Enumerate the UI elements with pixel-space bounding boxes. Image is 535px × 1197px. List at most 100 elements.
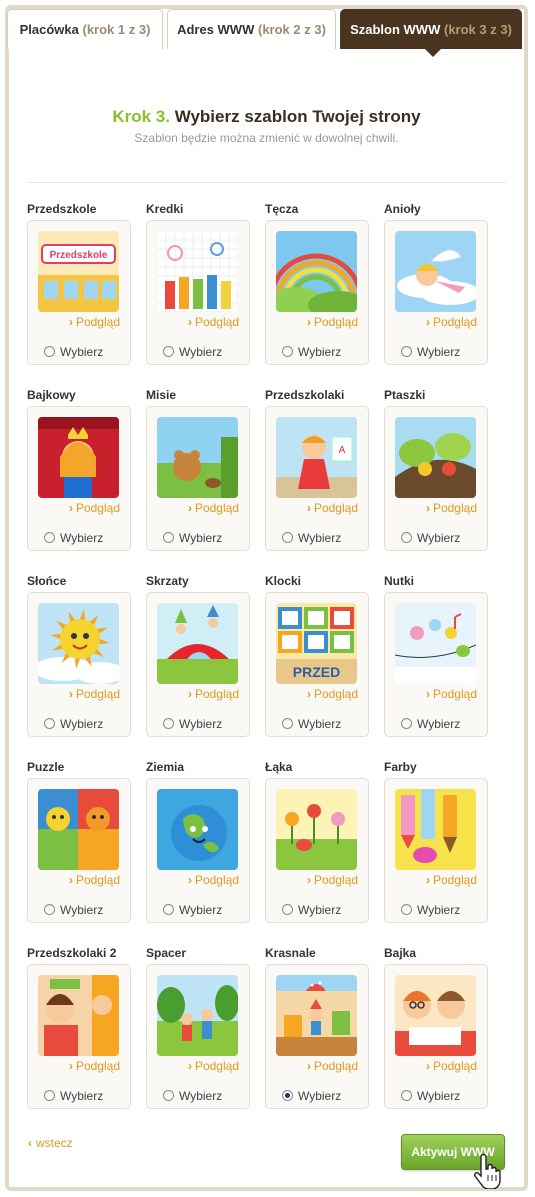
template-thumbnail[interactable]: Przedszkole [38,231,119,312]
preview-link[interactable]: › Podgląd [426,1059,477,1073]
radio-button[interactable] [163,904,174,915]
preview-link[interactable]: › Podgląd [69,1059,120,1073]
template-thumbnail[interactable] [276,789,357,870]
template-thumbnail[interactable] [395,417,476,498]
preview-link[interactable]: › Podgląd [188,687,239,701]
template-thumbnail[interactable] [157,789,238,870]
select-radio[interactable]: Wybierz [401,903,460,917]
template-thumbnail[interactable] [157,231,238,312]
template-option: Przedszkolaki 2 › Podgląd Wybierz [27,946,142,1126]
select-radio[interactable]: Wybierz [282,531,341,545]
select-radio[interactable]: Wybierz [163,903,222,917]
select-radio[interactable]: Wybierz [282,345,341,359]
template-card: › Podgląd Wybierz [27,592,131,737]
radio-button[interactable] [163,346,174,357]
radio-button[interactable] [282,346,293,357]
select-radio[interactable]: Wybierz [401,717,460,731]
radio-button[interactable] [44,904,55,915]
radio-button[interactable] [44,346,55,357]
template-thumbnail[interactable] [395,603,476,684]
preview-link[interactable]: › Podgląd [307,873,358,887]
radio-button[interactable] [163,532,174,543]
radio-button[interactable] [282,1090,293,1101]
select-radio[interactable]: Wybierz [282,717,341,731]
select-label: Wybierz [60,345,104,359]
template-thumbnail[interactable] [38,975,119,1056]
select-radio[interactable]: Wybierz [44,717,103,731]
template-card: › Podgląd Wybierz [27,406,131,551]
preview-link[interactable]: › Podgląd [188,1059,239,1073]
radio-button[interactable] [163,1090,174,1101]
tab-step: (krok 3 z 3) [443,22,512,37]
tab-placowka[interactable]: Placówka (krok 1 z 3) [7,9,163,49]
preview-link[interactable]: › Podgląd [307,687,358,701]
select-radio[interactable]: Wybierz [401,531,460,545]
radio-button[interactable] [401,1090,412,1101]
select-radio[interactable]: Wybierz [163,717,222,731]
radio-button[interactable] [401,532,412,543]
template-thumbnail[interactable] [38,603,119,684]
chevron-right-icon: › [68,1059,73,1073]
template-thumbnail[interactable] [395,789,476,870]
preview-link[interactable]: › Podgląd [69,687,120,701]
template-thumbnail[interactable] [276,231,357,312]
select-radio[interactable]: Wybierz [44,903,103,917]
preview-link[interactable]: › Podgląd [188,315,239,329]
preview-link[interactable]: › Podgląd [426,315,477,329]
tab-adres-www[interactable]: Adres WWW (krok 2 z 3) [167,9,336,49]
template-thumbnail[interactable] [157,417,238,498]
step-title: Wybierz szablon Twojej strony [174,107,421,126]
select-radio[interactable]: Wybierz [44,531,103,545]
template-name: Kredki [146,202,184,216]
select-radio[interactable]: Wybierz [163,531,222,545]
radio-button[interactable] [44,718,55,729]
preview-link[interactable]: › Podgląd [426,873,477,887]
select-radio[interactable]: Wybierz [163,1089,222,1103]
select-radio[interactable]: Wybierz [44,345,103,359]
select-label: Wybierz [179,345,223,359]
radio-button[interactable] [44,532,55,543]
back-link[interactable]: ‹ wstecz [28,1136,73,1150]
radio-button[interactable] [401,904,412,915]
preview-link[interactable]: › Podgląd [307,501,358,515]
radio-button[interactable] [163,718,174,729]
preview-link[interactable]: › Podgląd [69,501,120,515]
preview-link[interactable]: › Podgląd [307,1059,358,1073]
preview-link[interactable]: › Podgląd [69,873,120,887]
select-radio[interactable]: Wybierz [401,345,460,359]
wizard-tabs: Placówka (krok 1 z 3) Adres WWW (krok 2 … [7,7,522,57]
chevron-right-icon: › [187,315,192,329]
select-radio[interactable]: Wybierz [44,1089,103,1103]
template-name: Puzzle [27,760,65,774]
select-radio[interactable]: Wybierz [163,345,222,359]
preview-link[interactable]: › Podgląd [426,687,477,701]
tab-step: (krok 1 z 3) [82,22,151,37]
radio-button[interactable] [44,1090,55,1101]
preview-link[interactable]: › Podgląd [426,501,477,515]
template-thumbnail[interactable] [276,975,357,1056]
tab-szablon-www[interactable]: Szablon WWW (krok 3 z 3) [340,9,522,49]
template-thumbnail[interactable] [395,231,476,312]
radio-button[interactable] [282,718,293,729]
template-thumbnail[interactable] [38,789,119,870]
select-radio[interactable]: Wybierz [282,1089,341,1103]
template-thumbnail[interactable]: PRZED [276,603,357,684]
preview-link[interactable]: › Podgląd [188,501,239,515]
select-radio[interactable]: Wybierz [401,1089,460,1103]
preview-link[interactable]: › Podgląd [188,873,239,887]
preview-link[interactable]: › Podgląd [69,315,120,329]
radio-button[interactable] [282,532,293,543]
template-thumbnail[interactable] [38,417,119,498]
chevron-right-icon: › [68,873,73,887]
template-thumbnail[interactable] [395,975,476,1056]
preview-link[interactable]: › Podgląd [307,315,358,329]
preview-label: Podgląd [194,873,239,887]
radio-button[interactable] [282,904,293,915]
radio-button[interactable] [401,346,412,357]
template-name: Farby [384,760,417,774]
template-thumbnail[interactable] [157,603,238,684]
radio-button[interactable] [401,718,412,729]
template-thumbnail[interactable]: A [276,417,357,498]
select-radio[interactable]: Wybierz [282,903,341,917]
template-thumbnail[interactable] [157,975,238,1056]
